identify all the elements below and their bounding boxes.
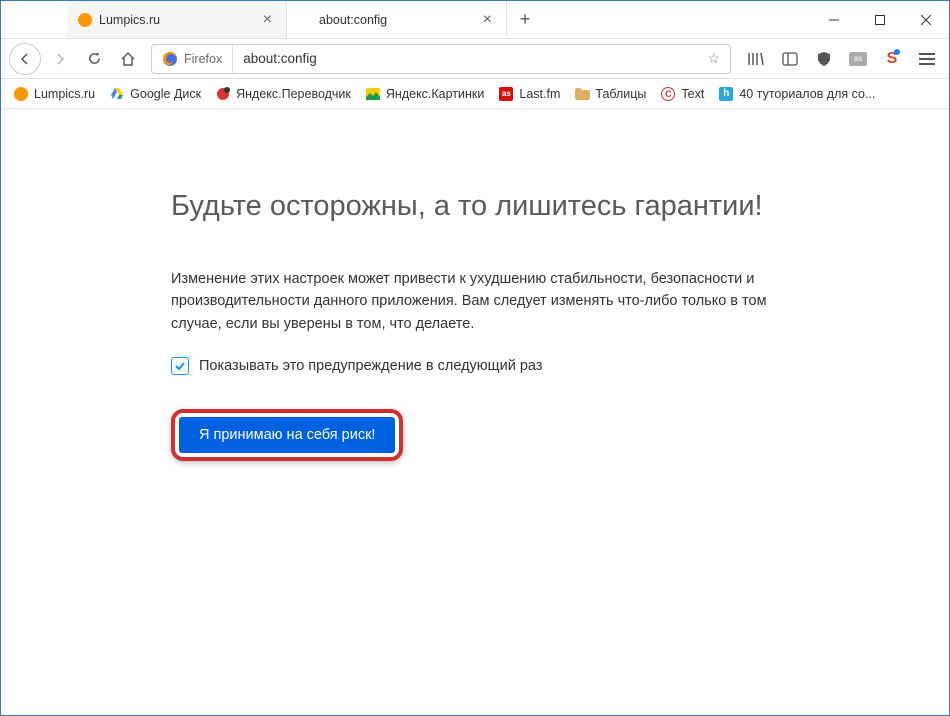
extension-badge-icon[interactable]: as	[845, 46, 871, 72]
tab-label: about:config	[319, 13, 473, 27]
checkbox-checked-icon[interactable]	[171, 357, 189, 375]
checkbox-label: Показывать это предупреждение в следующи…	[199, 358, 542, 374]
page-content: Будьте осторожны, а то лишитесь гарантии…	[1, 109, 949, 715]
minimize-button[interactable]	[811, 1, 857, 38]
bookmark-label: Яндекс.Картинки	[386, 87, 484, 101]
folder-icon	[574, 86, 590, 102]
extension-s-icon[interactable]: S	[879, 46, 905, 72]
forward-button[interactable]	[45, 44, 75, 74]
lastfm-icon: as	[498, 86, 514, 102]
bookmarks-bar: Lumpics.ru Google Диск Яндекс.Переводчик…	[1, 79, 949, 109]
tab-close-icon[interactable]: ×	[259, 12, 276, 28]
library-icon[interactable]	[743, 46, 769, 72]
drive-icon	[109, 86, 125, 102]
bookmark-label: Таблицы	[595, 87, 646, 101]
bookmark-yandex-images[interactable]: Яндекс.Картинки	[359, 83, 490, 105]
favicon-blank	[297, 12, 313, 28]
bookmark-icon	[13, 86, 29, 102]
tab-close-icon[interactable]: ×	[479, 12, 496, 28]
firefox-icon	[162, 51, 178, 67]
bookmark-label: 40 туториалов для со...	[739, 87, 875, 101]
bookmark-lumpics[interactable]: Lumpics.ru	[7, 83, 101, 105]
nav-toolbar: Firefox ☆ as S	[1, 39, 949, 79]
highlight-annotation: Я принимаю на себя риск!	[171, 409, 403, 461]
tab-strip: Lumpics.ru × about:config × +	[1, 1, 543, 38]
identity-label: Firefox	[184, 52, 222, 66]
bookmark-lastfm[interactable]: as Last.fm	[492, 83, 566, 105]
accept-risk-button[interactable]: Я принимаю на себя риск!	[179, 417, 395, 453]
bookmark-text[interactable]: C Text	[654, 83, 710, 105]
bookmark-label: Lumpics.ru	[34, 87, 95, 101]
copyright-icon: C	[660, 86, 676, 102]
bookmark-label: Яндекс.Переводчик	[236, 87, 351, 101]
shield-icon[interactable]	[811, 46, 837, 72]
tab-lumpics[interactable]: Lumpics.ru ×	[67, 1, 287, 38]
tab-label: Lumpics.ru	[99, 13, 253, 27]
identity-box[interactable]: Firefox	[152, 45, 233, 73]
images-icon	[365, 86, 381, 102]
url-bar[interactable]: Firefox ☆	[151, 44, 731, 74]
bookmark-google-disk[interactable]: Google Диск	[103, 83, 207, 105]
hamburger-menu-button[interactable]	[913, 45, 941, 73]
titlebar: Lumpics.ru × about:config × +	[1, 1, 949, 39]
h-icon: h	[718, 86, 734, 102]
warning-heading: Будьте осторожны, а то лишитесь гарантии…	[171, 189, 779, 224]
bookmark-yandex-translate[interactable]: Яндекс.Переводчик	[209, 83, 357, 105]
bookmark-tables[interactable]: Таблицы	[568, 83, 652, 105]
sidebar-icon[interactable]	[777, 46, 803, 72]
bookmark-label: Last.fm	[519, 87, 560, 101]
show-warning-checkbox-row[interactable]: Показывать это предупреждение в следующи…	[171, 357, 779, 375]
back-button[interactable]	[9, 43, 41, 75]
bookmark-tutorials[interactable]: h 40 туториалов для со...	[712, 83, 881, 105]
bookmark-star-icon[interactable]: ☆	[697, 50, 730, 67]
toolbar-actions: as S	[739, 46, 909, 72]
bookmark-label: Google Диск	[130, 87, 201, 101]
close-window-button[interactable]	[903, 1, 949, 38]
reload-button[interactable]	[79, 44, 109, 74]
browser-window: Lumpics.ru × about:config × +	[0, 0, 950, 716]
warning-body: Изменение этих настроек может привести к…	[171, 268, 779, 335]
favicon-lumpics	[77, 12, 93, 28]
new-tab-button[interactable]: +	[507, 1, 543, 38]
yandex-translate-icon	[215, 86, 231, 102]
tab-aboutconfig[interactable]: about:config ×	[287, 1, 507, 38]
maximize-button[interactable]	[857, 1, 903, 38]
url-input[interactable]	[233, 51, 697, 66]
bookmark-label: Text	[681, 87, 704, 101]
home-button[interactable]	[113, 44, 143, 74]
window-controls	[811, 1, 949, 38]
